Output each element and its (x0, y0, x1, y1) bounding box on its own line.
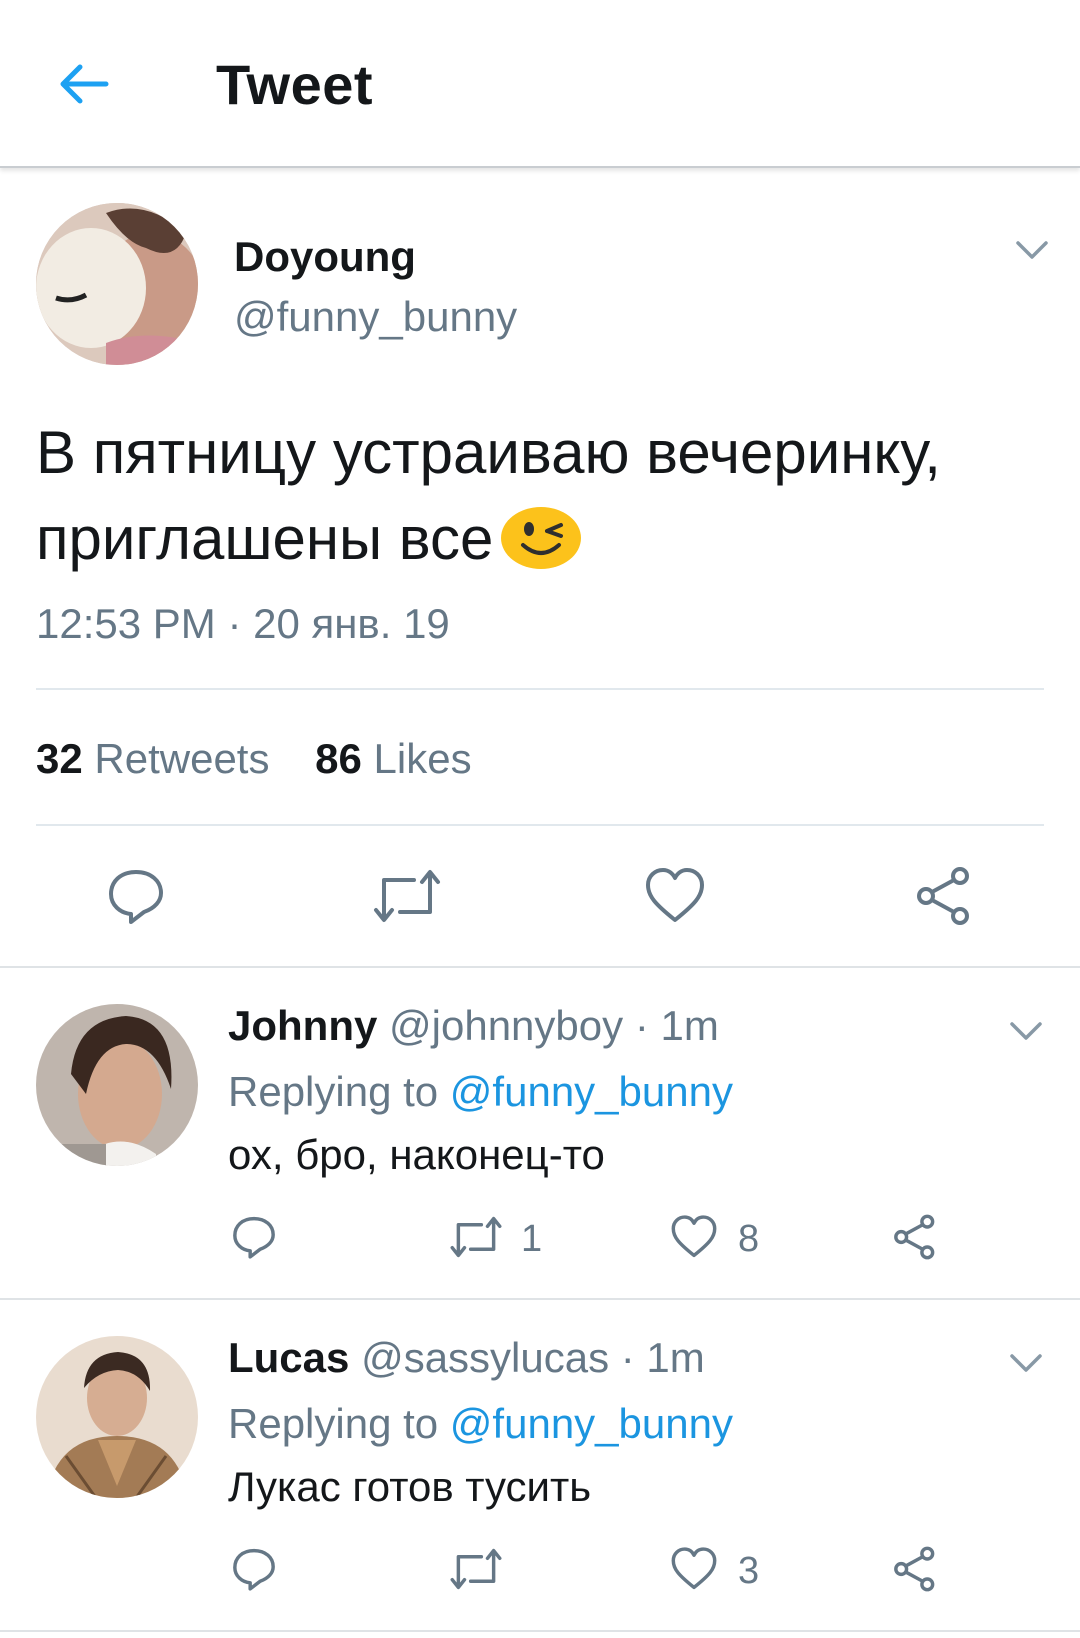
reply-avatar[interactable] (36, 1004, 198, 1166)
retweet-count: 1 (521, 1218, 543, 1260)
reply-icon (233, 1548, 275, 1591)
author-avatar[interactable] (36, 203, 198, 365)
tweet-body: В пятницу устраиваю вечеринку, приглашен… (36, 419, 941, 572)
share-icon (894, 1214, 935, 1260)
reply-menu-button[interactable] (1006, 1343, 1046, 1383)
replying-to: Replying to @funny_bunny (228, 1400, 733, 1448)
back-button[interactable] (52, 52, 116, 116)
reply-button[interactable] (231, 1214, 277, 1265)
chevron-down-icon (1010, 1354, 1042, 1372)
reply-menu-button[interactable] (1006, 1011, 1046, 1051)
replying-to: Replying to @funny_bunny (228, 1068, 733, 1116)
share-icon (894, 1546, 935, 1592)
likes-count: 86 (315, 735, 362, 782)
reply-header: Johnny @johnnyboy · 1m (228, 1002, 719, 1050)
reply-button[interactable] (106, 866, 166, 931)
reply-author-handle[interactable]: @sassylucas (361, 1334, 609, 1381)
replying-to-label: Replying to (228, 1400, 439, 1447)
section-divider (0, 966, 1080, 968)
retweet-icon (450, 1216, 502, 1258)
reply-text: Лукас готов тусить (228, 1463, 592, 1510)
section-divider (0, 1630, 1080, 1632)
tweet-timestamp[interactable]: 12:53 PM · 20 янв. 19 (36, 600, 450, 648)
reply-author-name[interactable]: Lucas (228, 1334, 349, 1381)
retweet-icon (374, 870, 440, 922)
retweet-button[interactable] (448, 1214, 504, 1265)
retweets-label: Retweets (94, 735, 270, 782)
divider (36, 688, 1044, 690)
share-icon (917, 867, 969, 925)
reply-button[interactable] (231, 1546, 277, 1597)
tweet-menu-button[interactable] (1012, 230, 1052, 270)
reply-time: · 1m (620, 1334, 705, 1381)
mention-link[interactable]: @funny_bunny (450, 1400, 733, 1447)
heart-icon (671, 1215, 717, 1258)
retweet-button[interactable] (448, 1546, 504, 1597)
like-button[interactable] (671, 1546, 717, 1597)
reply-author-name[interactable]: Johnny (228, 1002, 377, 1049)
tweet-text: В пятницу устраиваю вечеринку, приглашен… (36, 410, 1046, 582)
replying-to-label: Replying to (228, 1068, 439, 1115)
share-button[interactable] (892, 1214, 938, 1265)
likes-label: Likes (373, 735, 472, 782)
retweets-count: 32 (36, 735, 83, 782)
likes-stat[interactable]: 86 Likes (315, 735, 471, 782)
section-divider (0, 1298, 1080, 1300)
reply-icon (109, 870, 163, 924)
author-handle[interactable]: @funny_bunny (234, 293, 517, 341)
page-title: Tweet (216, 53, 374, 116)
chevron-down-icon (1010, 1022, 1042, 1040)
arrow-left-icon (60, 64, 109, 104)
like-count: 8 (738, 1218, 760, 1260)
share-button[interactable] (892, 1546, 938, 1597)
chevron-down-icon (1016, 241, 1048, 259)
reply-text: ох, бро, наконец-то (228, 1131, 605, 1178)
like-button[interactable] (671, 1214, 717, 1265)
like-count: 3 (738, 1550, 760, 1592)
retweet-button[interactable] (372, 866, 442, 931)
mention-link[interactable]: @funny_bunny (450, 1068, 733, 1115)
reply-header: Lucas @sassylucas · 1m (228, 1334, 705, 1382)
retweets-stat[interactable]: 32 Retweets (36, 735, 269, 782)
retweet-icon (450, 1548, 502, 1590)
reply-avatar[interactable] (36, 1336, 198, 1498)
top-app-bar: Tweet (0, 0, 1080, 168)
share-button[interactable] (914, 866, 974, 931)
reply-time: · 1m (634, 1002, 719, 1049)
reply-icon (233, 1216, 275, 1259)
divider (36, 824, 1044, 826)
reply-author-handle[interactable]: @johnnyboy (389, 1002, 623, 1049)
author-name[interactable]: Doyoung (234, 233, 416, 281)
heart-icon (646, 868, 704, 922)
heart-icon (671, 1547, 717, 1590)
tweet-stats: 32 Retweets 86 Likes (36, 735, 506, 783)
winking-face-icon (499, 505, 583, 571)
like-button[interactable] (645, 866, 705, 931)
